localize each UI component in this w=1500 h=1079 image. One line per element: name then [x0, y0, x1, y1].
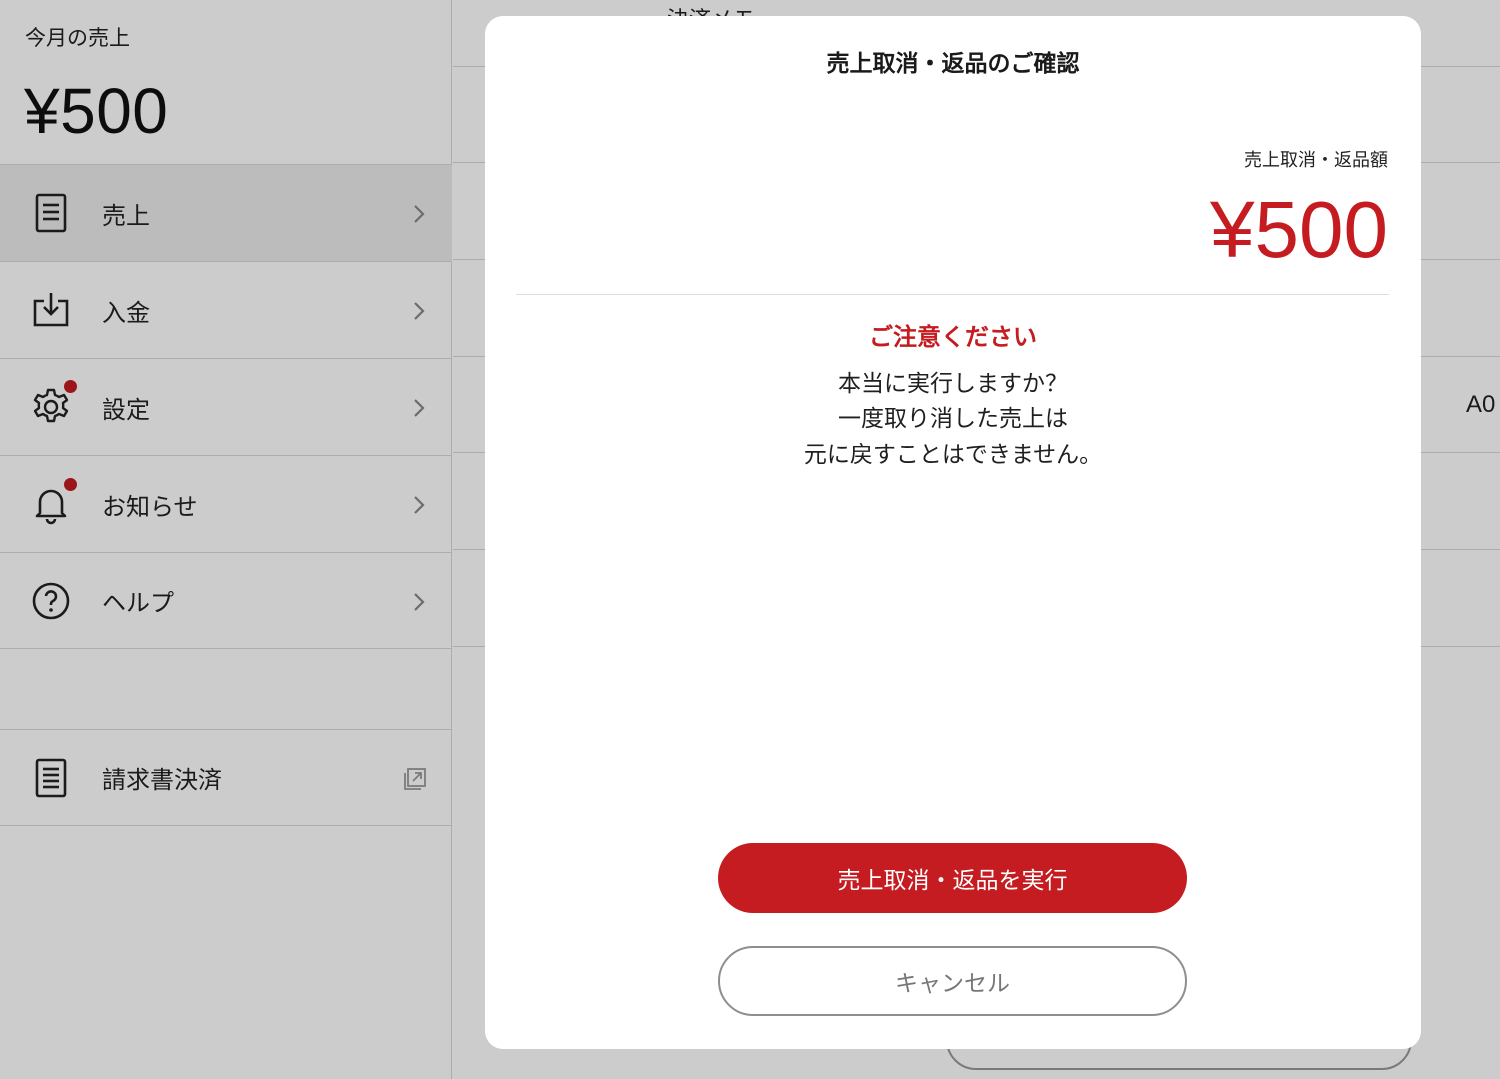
dialog-title: 売上取消・返品のご確認 [826, 51, 1080, 77]
divider [516, 294, 1389, 295]
warning-text-line: 元に戻すことはできません。 [803, 442, 1103, 468]
warning-text-line: 一度取り消した売上は [838, 406, 1068, 432]
execute-refund-button[interactable]: 売上取消・返品を実行 [718, 843, 1187, 913]
refund-amount-value: ¥500 [1210, 185, 1388, 274]
warning-text-line: 本当に実行しますか？ [838, 371, 1068, 397]
refund-confirm-dialog: 売上取消・返品のご確認 売上取消・返品額 ¥500 ご注意ください 本当に実行し… [485, 16, 1421, 1049]
refund-amount-label: 売上取消・返品額 [1244, 150, 1388, 171]
cancel-button[interactable]: キャンセル [718, 946, 1187, 1016]
warning-title: ご注意ください [869, 323, 1037, 351]
